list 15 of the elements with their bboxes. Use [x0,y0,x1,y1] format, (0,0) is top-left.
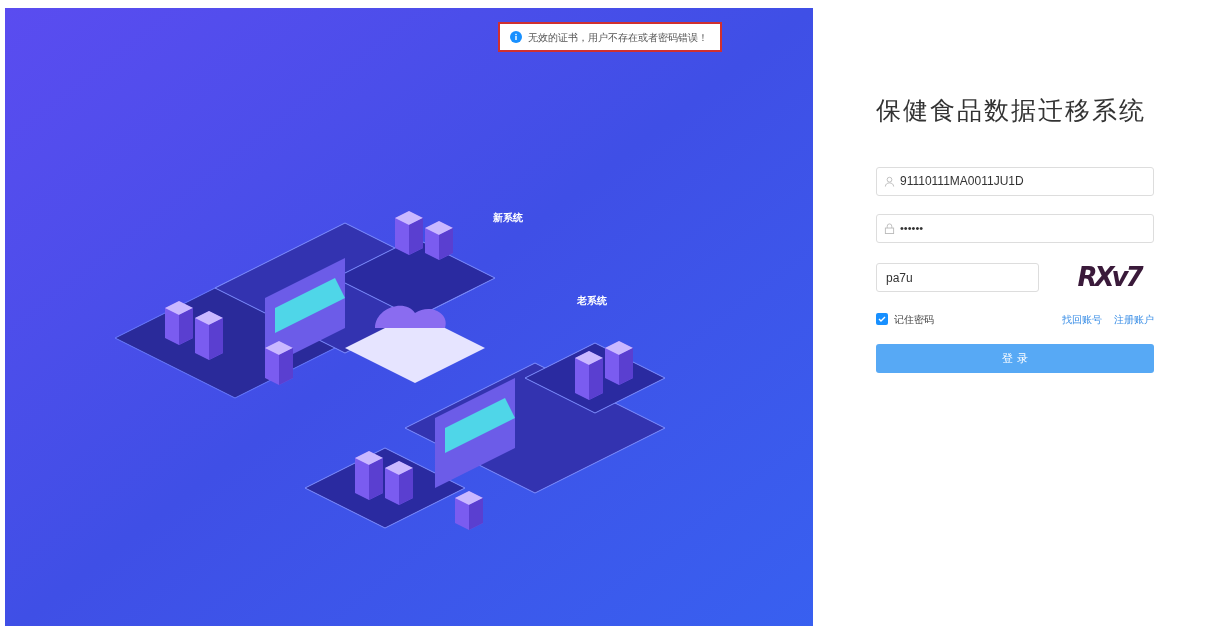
account-link[interactable]: 注册账户 [1114,311,1154,327]
system-title: 保健食品数据迁移系统 [876,95,1147,126]
password-field[interactable]: •••••• [876,213,1154,243]
user-icon [884,175,895,187]
diagram-label: 老系统 [577,294,607,308]
captcha-image[interactable]: RXv7 [1064,260,1154,295]
lock-icon [884,222,895,234]
remember-label: 记住密码 [894,312,934,327]
remember-checkbox[interactable] [876,313,888,325]
captcha-field[interactable]: pa7u [876,263,1039,292]
error-message: 无效的证书，用户不存在或者密码错误！ [528,30,708,45]
info-icon [510,31,522,43]
account-link[interactable]: 找回账号 [1062,311,1102,327]
username-field[interactable]: 91110111MA0011JU1D [876,166,1154,196]
diagram-label: 新系统 [493,211,523,225]
